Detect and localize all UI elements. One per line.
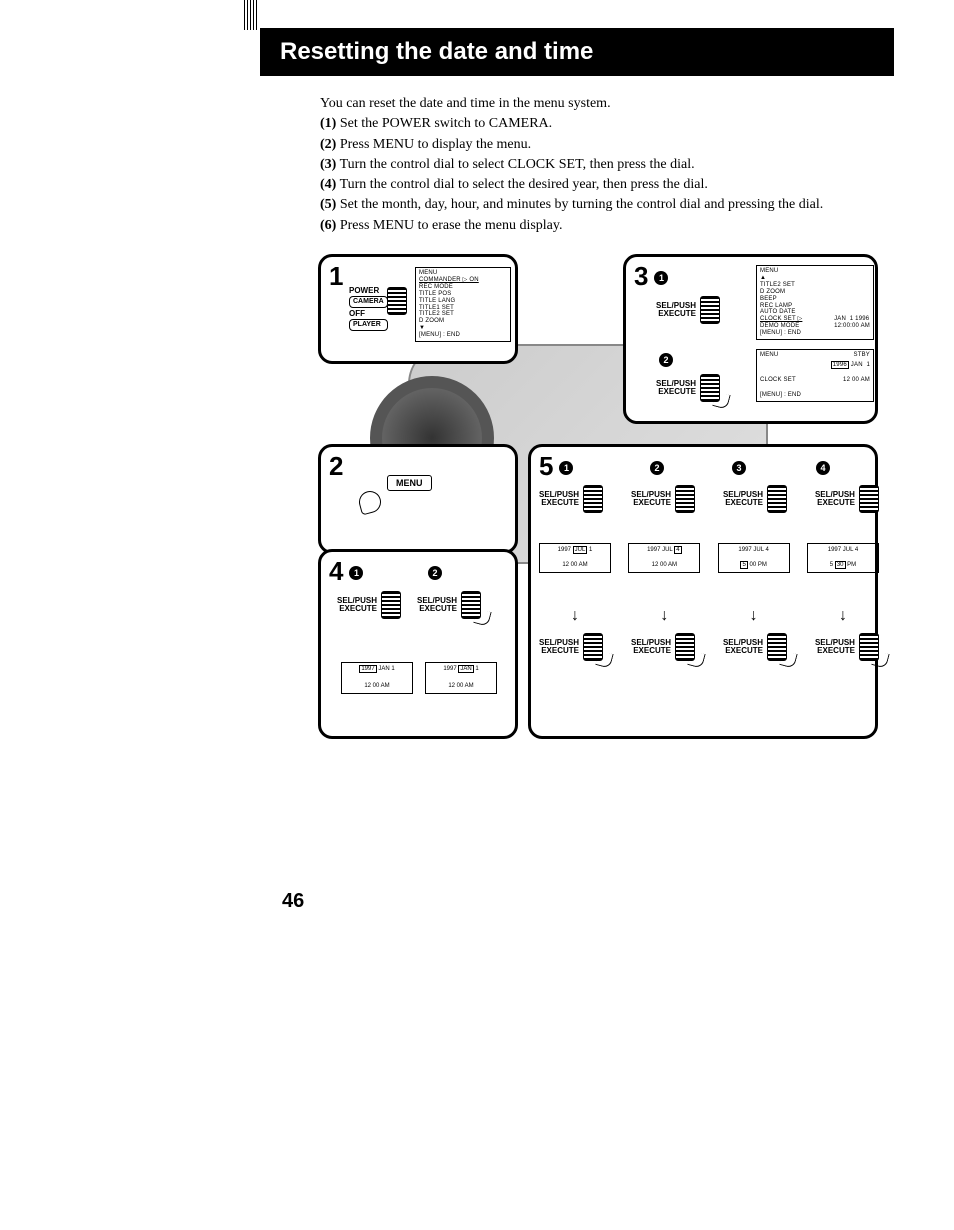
arrow-row: ↓ ↓ ↓ ↓ [539,605,879,629]
arrow-down-icon: ↓ [718,607,790,625]
menu-screen-3b: MENUSTBY 1996 JAN 1 CLOCK SET12 00 AM [M… [756,349,874,402]
substep-2-icon: 2 [428,566,442,580]
step-2: (2) Press MENU to display the menu. [320,135,894,155]
dial-block-3b: SEL/PUSHEXECUTE [656,373,720,402]
arrow-down-icon: ↓ [628,607,700,625]
page-number: 46 [282,890,304,913]
dial-icon [583,633,603,661]
dial-icon [461,591,481,619]
dial-icon [583,485,603,513]
panel-5: 51 2 3 4 SEL/PUSHEXECUTE SEL/PUSHEXECUTE… [528,444,878,739]
diagram-area: 1 POWER CAMERA OFF PLAYER MENU COMMANDER… [318,254,878,744]
page-content: Resetting the date and time You can rese… [0,0,954,744]
panel-number-1: 1 [329,261,343,292]
dial-icon [767,485,787,513]
arrow-down-icon: ↓ [807,607,879,625]
substep-2-icon: 2 [650,461,664,475]
step-1: (1) Set the POWER switch to CAMERA. [320,114,894,134]
page-title: Resetting the date and time [260,28,894,76]
intro-text: You can reset the date and time in the m… [320,94,894,114]
menu-screen-3a: MENU▲ TITLE2 SETD ZOOM BEEPREC LAMP AUTO… [756,265,874,340]
dial-block-3a: SEL/PUSHEXECUTE [656,295,720,324]
dial-icon [700,296,720,324]
panel-number-5: 51 [539,451,573,482]
substep-3-icon: 3 [732,461,746,475]
binding-artifact [244,0,258,30]
dial-row-top: SEL/PUSHEXECUTE SEL/PUSHEXECUTE SEL/PUSH… [539,485,879,513]
substep-1-icon: 1 [349,566,363,580]
step-5: (5) Set the month, day, hour, and minute… [320,195,894,215]
dial-block-4a: SEL/PUSHEXECUTE [337,590,401,619]
menu-button-label: MENU [387,475,432,491]
power-dial-icon [387,287,407,315]
step-6: (6) Press MENU to erase the menu display… [320,216,894,236]
screen-4b: 1997 JAN 1 12 00 AM [425,662,497,694]
dial-icon [381,591,401,619]
dial-icon [675,633,695,661]
menu-screen-1: MENU COMMANDER ▷ ON REC MODETITLE POS TI… [415,267,511,342]
dial-icon [859,485,879,513]
panel-4: 41 2 SEL/PUSHEXECUTE SEL/PUSHEXECUTE 199… [318,549,518,739]
substep-1-icon: 1 [559,461,573,475]
panel-number-3: 31 [634,261,668,292]
screen-5-2: 1997 JUL 412 00 AM [628,543,700,573]
dial-row-bottom: SEL/PUSHEXECUTE SEL/PUSHEXECUTE SEL/PUSH… [539,633,879,661]
step-3: (3) Turn the control dial to select CLOC… [320,155,894,175]
substep-4-icon: 4 [816,461,830,475]
screen-4a: 1997 JAN 1 12 00 AM [341,662,413,694]
hand-press-icon [357,489,384,516]
arrow-down-icon: ↓ [539,607,611,625]
panel-1: 1 POWER CAMERA OFF PLAYER MENU COMMANDER… [318,254,518,364]
dial-icon [767,633,787,661]
panel-3: 31 SEL/PUSHEXECUTE 2 SEL/PUSHEXECUTE MEN… [623,254,878,424]
substep-1-icon: 1 [654,271,668,285]
instructions-block: You can reset the date and time in the m… [260,94,894,236]
screen-5-3: 1997 JUL 45 00 PM [718,543,790,573]
substep-2-icon: 2 [659,353,673,367]
panel-2: 2 MENU [318,444,518,554]
dial-icon [859,633,879,661]
dial-icon [700,374,720,402]
screen-5-1: 1997 JUL 112 00 AM [539,543,611,573]
panel-number-4: 41 [329,556,363,587]
screen-row: 1997 JUL 112 00 AM 1997 JUL 412 00 AM 19… [539,543,879,573]
dial-icon [675,485,695,513]
power-switch-labels: POWER CAMERA OFF PLAYER [349,285,388,331]
screen-5-4: 1997 JUL 45 30 PM [807,543,879,573]
dial-block-4b: SEL/PUSHEXECUTE [417,590,481,619]
panel-number-2: 2 [329,451,343,482]
step-4: (4) Turn the control dial to select the … [320,175,894,195]
